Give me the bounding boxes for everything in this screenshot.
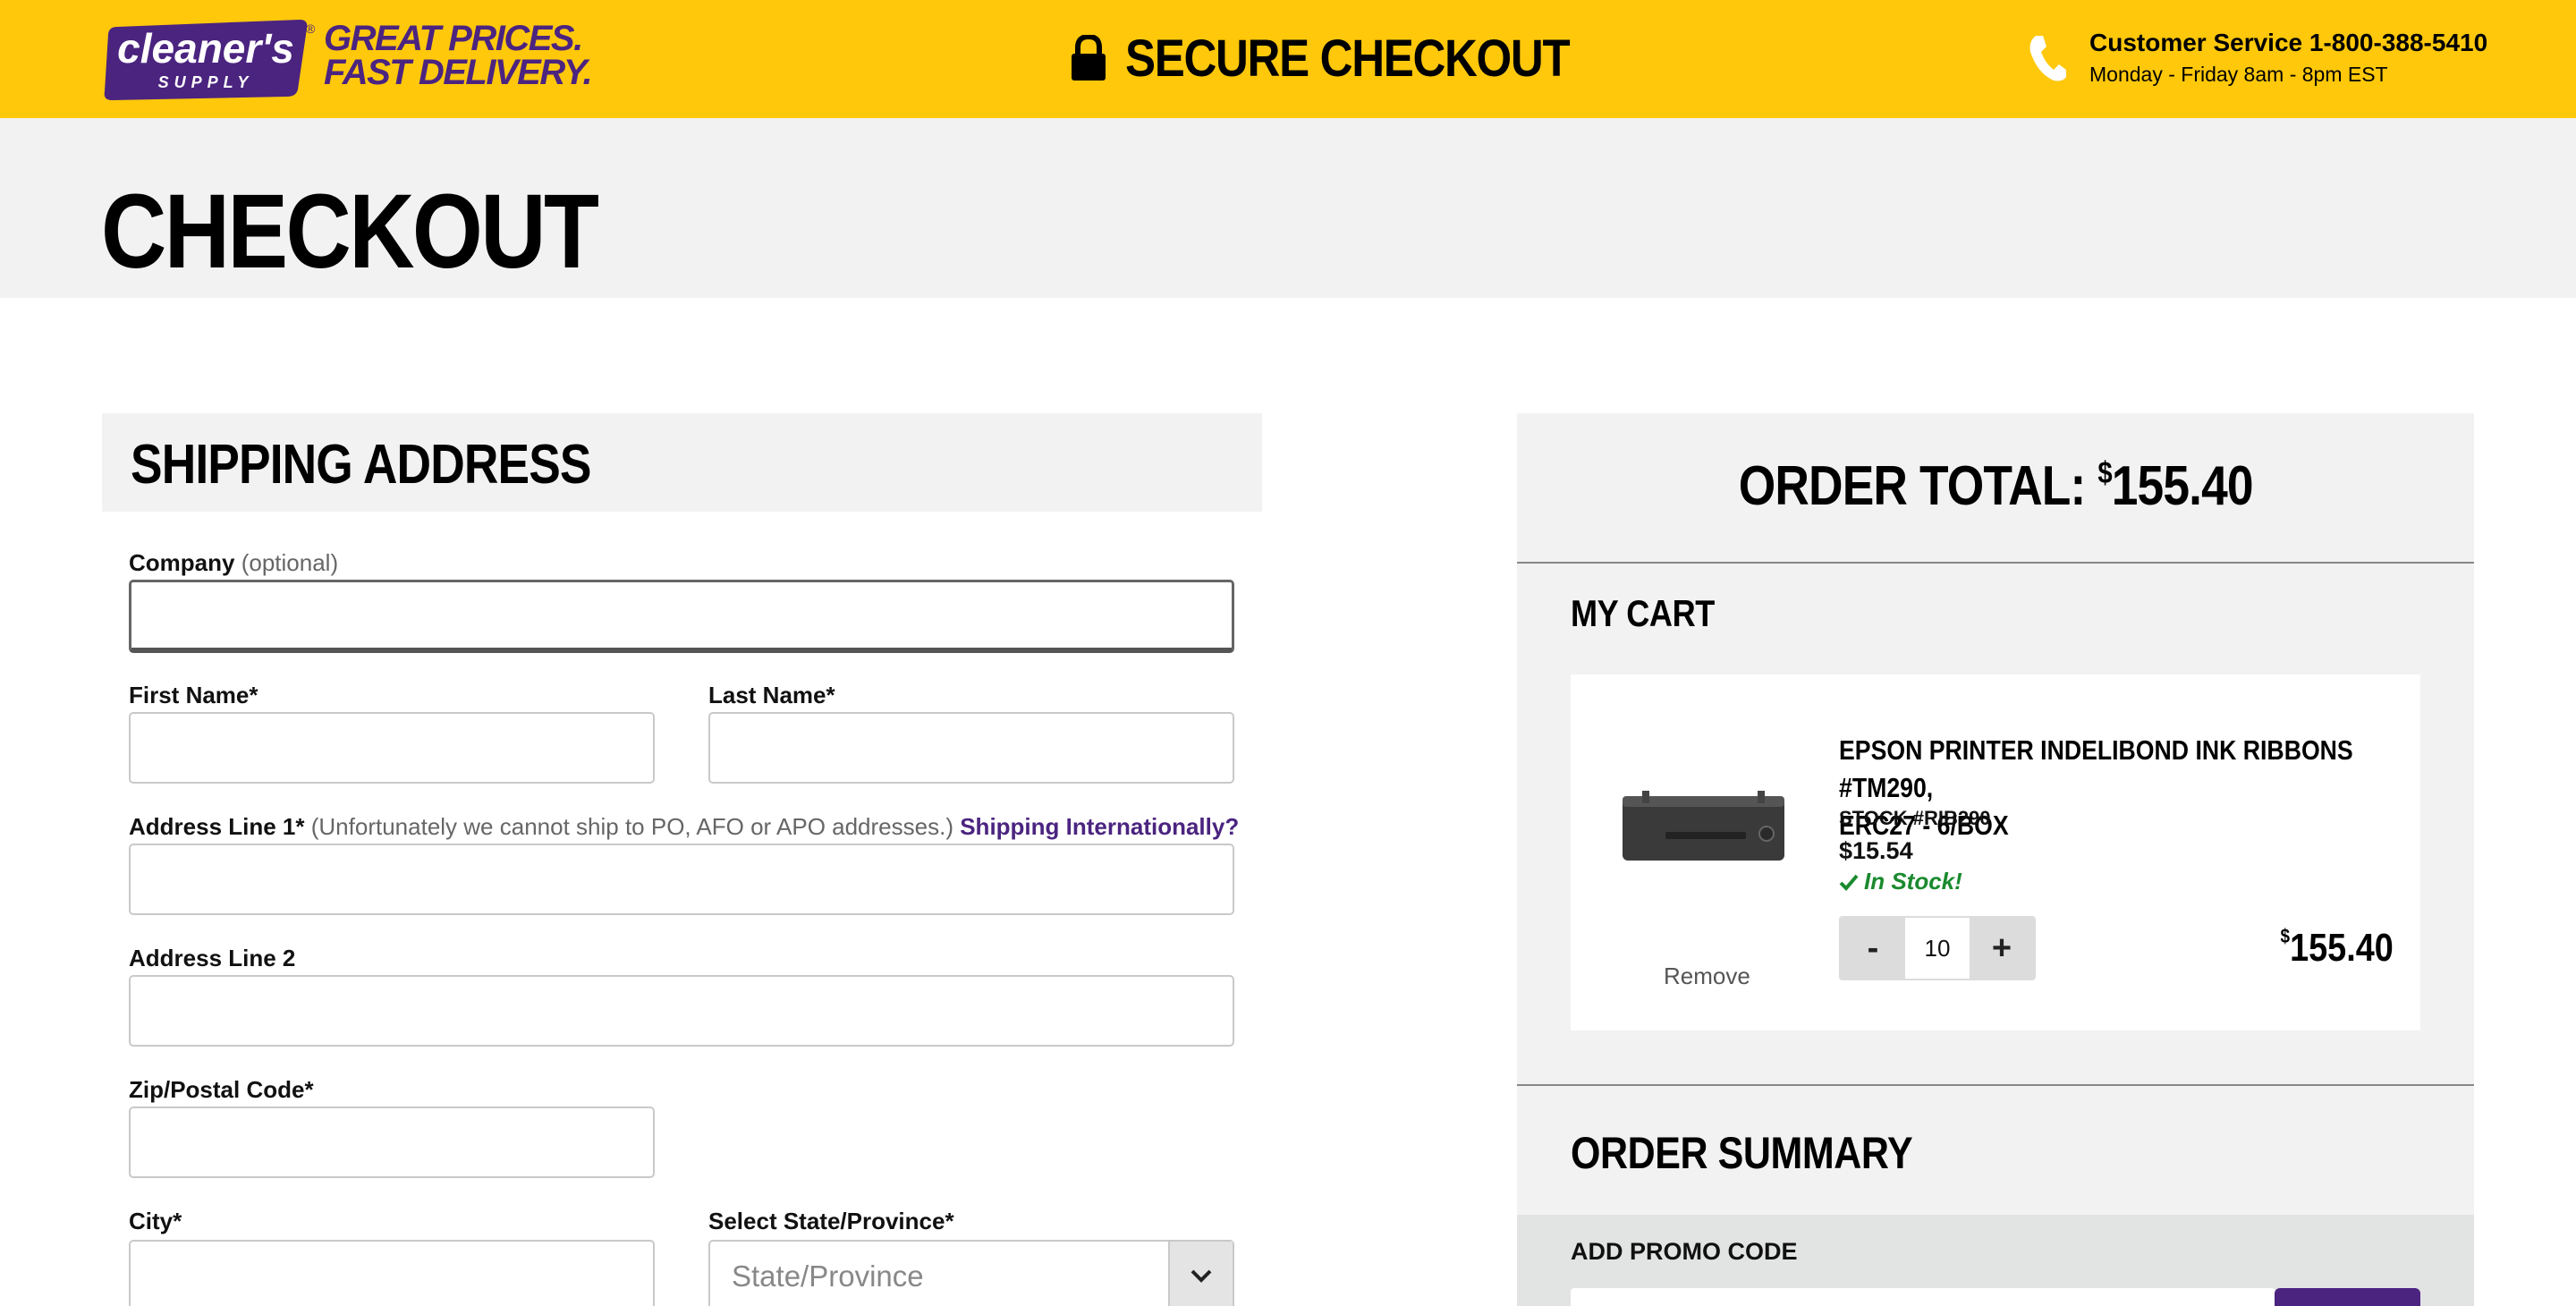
lock-icon [1072, 35, 1106, 81]
city-label: City* [129, 1208, 182, 1234]
tagline-line2: FAST DELIVERY. [324, 53, 593, 92]
zip-label: Zip/Postal Code* [129, 1076, 314, 1103]
promo-code-input[interactable] [1571, 1288, 2275, 1306]
quantity-value[interactable]: 10 [1905, 918, 1970, 979]
phone-icon [2029, 36, 2066, 81]
state-label: Select State/Province* [708, 1208, 954, 1234]
logo-subtext: SUPPLY [158, 73, 254, 91]
promo-code-label: ADD PROMO CODE [1571, 1238, 1798, 1265]
zip-field[interactable] [129, 1107, 655, 1178]
in-stock-text: In Stock! [1864, 868, 1962, 895]
logo-text: cleaner's [117, 25, 294, 72]
in-stock-status: In Stock! [1839, 868, 1962, 895]
page-title: CHECKOUT [101, 173, 599, 291]
secure-checkout-text: SECURE CHECKOUT [1125, 29, 1571, 88]
state-select-placeholder: State/Province [732, 1259, 924, 1293]
state-select-toggle[interactable] [1168, 1242, 1233, 1306]
secure-checkout-banner: SECURE CHECKOUT [1070, 27, 1630, 89]
line-total: $155.40 [2281, 925, 2394, 971]
tagline: GREAT PRICES. FAST DELIVERY. [324, 19, 593, 92]
address2-label: Address Line 2 [129, 945, 296, 971]
divider [1517, 1084, 2474, 1086]
address2-field[interactable] [129, 975, 1234, 1047]
quantity-stepper: - 10 + [1839, 916, 2036, 980]
last-name-field[interactable] [708, 712, 1234, 784]
state-select[interactable]: State/Province [708, 1240, 1234, 1306]
shipping-internationally-link[interactable]: Shipping Internationally? [960, 813, 1239, 840]
tagline-line1: GREAT PRICES. [324, 19, 583, 58]
product-stock-number: STOCK #RIB290 [1839, 807, 1991, 829]
product-name-line1: EPSON PRINTER INDELIBOND INK RIBBONS #TM… [1839, 734, 2353, 803]
line-total-currency: $ [2280, 925, 2291, 947]
address1-field[interactable] [129, 844, 1234, 915]
company-optional-text: (optional) [241, 549, 339, 576]
order-total: ORDER TOTAL: $155.40 [1517, 454, 2474, 518]
checkmark-icon [1839, 874, 1859, 891]
product-image[interactable] [1621, 791, 1786, 864]
product-unit-price: $15.54 [1839, 837, 1913, 864]
first-name-field[interactable] [129, 712, 655, 784]
order-summary-title: ORDER SUMMARY [1571, 1128, 1913, 1178]
address1-label-text: Address Line 1* [129, 813, 305, 840]
remove-item-link[interactable]: Remove [1664, 963, 1750, 990]
shipping-title: SHIPPING ADDRESS [131, 434, 591, 496]
promo-apply-button[interactable] [2275, 1288, 2420, 1306]
address1-note: (Unfortunately we cannot ship to PO, AFO… [310, 813, 953, 840]
city-field[interactable] [129, 1240, 655, 1306]
order-total-label: ORDER TOTAL: [1738, 455, 2086, 517]
chevron-down-icon [1191, 1269, 1212, 1283]
customer-service-hours: Monday - Friday 8am - 8pm EST [2089, 63, 2388, 86]
address1-label: Address Line 1* (Unfortunately we cannot… [129, 813, 1239, 841]
order-total-currency: $ [2097, 456, 2112, 490]
company-label-text: Company [129, 549, 235, 576]
first-name-label: First Name* [129, 682, 258, 708]
my-cart-title: MY CART [1571, 592, 1715, 634]
order-total-amount: 155.40 [2111, 455, 2254, 517]
quantity-decrease-button[interactable]: - [1841, 918, 1905, 979]
line-total-amount: 155.40 [2290, 926, 2394, 970]
company-label: Company (optional) [129, 549, 338, 577]
divider [1517, 562, 2474, 564]
customer-service-phone[interactable]: Customer Service 1-800-388-5410 [2089, 29, 2487, 57]
cleaners-supply-logo[interactable]: cleaner's SUPPLY [101, 14, 309, 102]
registered-mark: ® [306, 21, 316, 36]
quantity-increase-button[interactable]: + [1970, 918, 2034, 979]
last-name-label: Last Name* [708, 682, 835, 708]
company-field[interactable] [129, 580, 1234, 653]
